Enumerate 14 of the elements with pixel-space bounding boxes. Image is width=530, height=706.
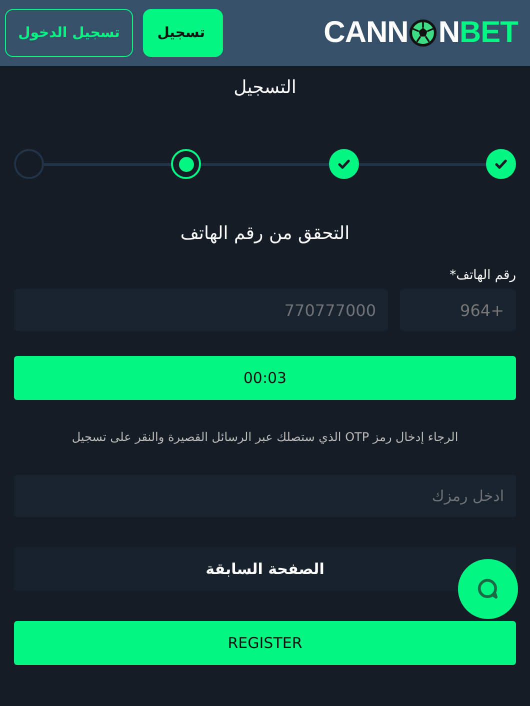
otp-field[interactable]: ادخل رمزك (14, 475, 516, 517)
country-code-field[interactable]: 964+ (400, 289, 516, 331)
signup-button[interactable]: تسجيل (143, 9, 223, 57)
logo[interactable]: CANN NBET (324, 16, 518, 50)
previous-page-button[interactable]: الصفحة السابقة (14, 547, 516, 591)
phone-field[interactable]: 770777000 (14, 289, 388, 331)
login-button[interactable]: تسجيل الدخول (5, 9, 133, 57)
instruction-text: الرجاء إدخال رمز OTP الذي ستصلك عبر الرسائل القصيرة والنقر على تسجيل (70, 430, 460, 444)
timer-button[interactable]: 00:03 (14, 356, 516, 400)
register-button[interactable]: REGISTER (14, 621, 516, 665)
soccer-ball-icon (409, 19, 438, 47)
page-title: التسجيل (232, 77, 298, 100)
section-title: التحقق من رقم الهاتف (179, 223, 351, 244)
phone-label: رقم الهاتف* (448, 268, 516, 283)
